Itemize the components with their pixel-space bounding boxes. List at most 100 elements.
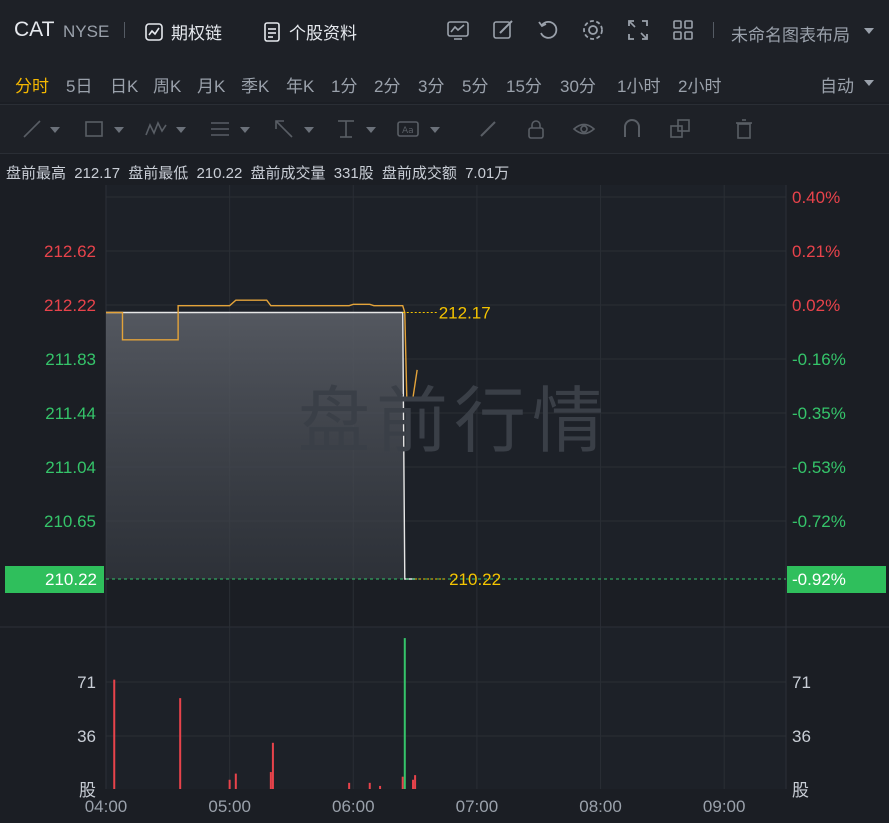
- text-icon[interactable]: Aa: [396, 117, 420, 141]
- chevron-down-icon[interactable]: [430, 127, 440, 133]
- chevron-down-icon[interactable]: [50, 127, 60, 133]
- percent-axis-label: 0.02%: [792, 296, 840, 315]
- volume-bar: [348, 782, 351, 789]
- time-axis-label: 05:00: [208, 797, 251, 816]
- options-chain-label: 期权链: [171, 24, 222, 43]
- chevron-down-icon[interactable]: [366, 127, 376, 133]
- premarket-watermark: 盘前行情: [298, 379, 611, 463]
- percent-axis-label: 0.21%: [792, 242, 840, 261]
- volume-bar: [179, 698, 182, 789]
- ticker-symbol[interactable]: CAT: [14, 18, 54, 42]
- volume-bar: [414, 775, 417, 789]
- period-tab[interactable]: 5日: [66, 72, 92, 97]
- period-tab[interactable]: 1分: [331, 72, 357, 97]
- time-axis-label: 04:00: [85, 797, 128, 816]
- volume-bar: [271, 742, 274, 789]
- period-tab[interactable]: 分时: [15, 72, 49, 97]
- chevron-down-icon[interactable]: [114, 127, 124, 133]
- volume-plot-area: [106, 627, 786, 789]
- divider: [124, 22, 125, 38]
- stock-info-button[interactable]: 个股资料: [261, 19, 357, 44]
- draw-icon[interactable]: [490, 17, 516, 43]
- period-tab[interactable]: 5分: [462, 72, 488, 97]
- volume-bar: [368, 782, 371, 789]
- period-tab[interactable]: 3分: [418, 72, 444, 97]
- premarket-low-label: 盘前最低: [128, 165, 189, 182]
- clone-icon[interactable]: [668, 117, 692, 141]
- layout-name-dropdown[interactable]: 未命名图表布局: [731, 21, 850, 46]
- price-axis-label: 210.65: [44, 512, 96, 531]
- chevron-down-icon[interactable]: [864, 28, 874, 34]
- trash-icon[interactable]: [732, 117, 756, 141]
- premarket-high-label: 盘前最高: [6, 165, 67, 182]
- volume-bar: [113, 679, 116, 789]
- rectangle-icon[interactable]: [82, 117, 106, 141]
- time-axis-label: 08:00: [579, 797, 622, 816]
- chevron-down-icon[interactable]: [240, 127, 250, 133]
- stock-info-label: 个股资料: [289, 24, 357, 43]
- options-chain-button[interactable]: 期权链: [143, 19, 222, 44]
- period-tab[interactable]: 2分: [374, 72, 400, 97]
- percent-axis-label: -0.16%: [792, 350, 846, 369]
- volume-bar: [234, 773, 237, 789]
- percent-axis-label: -0.35%: [792, 404, 846, 423]
- period-tab[interactable]: 15分: [506, 72, 542, 97]
- low-marker-label: 210.22: [449, 570, 501, 589]
- period-tab[interactable]: 30分: [560, 72, 596, 97]
- intraday-chart[interactable]: 212.17 210.22 212.62 212.22 211.83 211.44 211.…: [0, 185, 889, 823]
- volume-bar: [403, 638, 406, 789]
- premarket-low-value: 210.22: [196, 165, 243, 182]
- volume-axis-label-left: 71: [77, 673, 96, 692]
- period-selector: 分时 5日 日K 周K 月K 季K 年K 1分 2分 3分 5分 15分 30分…: [0, 62, 889, 102]
- fullscreen-icon[interactable]: [625, 17, 651, 43]
- price-axis-label: 212.22: [44, 296, 96, 315]
- exchange-label: NYSE: [63, 22, 110, 41]
- settings-icon[interactable]: [580, 17, 606, 43]
- price-axis-label: 211.83: [45, 350, 96, 369]
- volume-axis-label-right: 股: [792, 781, 809, 800]
- divider: [713, 22, 714, 38]
- period-tab[interactable]: 1小时: [617, 72, 660, 97]
- auto-scale-dropdown[interactable]: 自动: [820, 72, 854, 97]
- period-tab[interactable]: 日K: [110, 72, 138, 97]
- drawing-toolbar: Aa: [0, 104, 889, 154]
- percent-axis-label: 0.40%: [792, 188, 840, 207]
- chevron-down-icon[interactable]: [304, 127, 314, 133]
- svg-text:Aa: Aa: [402, 126, 414, 136]
- premarket-volume-label: 盘前成交量: [250, 165, 326, 182]
- period-tab[interactable]: 年K: [286, 72, 314, 97]
- time-axis-label: 07:00: [456, 797, 499, 816]
- chevron-down-icon[interactable]: [176, 127, 186, 133]
- percent-axis-label: -0.72%: [792, 512, 846, 531]
- price-axis-label: 211.44: [45, 404, 96, 423]
- volume-bar: [228, 779, 231, 789]
- reset-icon[interactable]: [535, 17, 561, 43]
- premarket-high-value: 212.17: [74, 165, 121, 182]
- top-toolbar: CAT NYSE 期权链 个股资料 未命名图表布局: [0, 0, 889, 63]
- arrow-icon[interactable]: [272, 117, 296, 141]
- current-price-value: 210.22: [45, 570, 97, 589]
- period-tab[interactable]: 周K: [153, 72, 181, 97]
- premarket-turnover-value: 7.01万: [465, 165, 510, 182]
- volume-axis-label-left: 36: [77, 727, 96, 746]
- period-tab[interactable]: 月K: [197, 72, 225, 97]
- indicator-icon[interactable]: [445, 17, 471, 43]
- chevron-down-icon[interactable]: [864, 80, 874, 86]
- pen-icon[interactable]: [476, 117, 500, 141]
- eye-icon[interactable]: [572, 117, 596, 141]
- time-axis-label: 09:00: [703, 797, 746, 816]
- price-range-icon[interactable]: [334, 117, 358, 141]
- trendline-icon[interactable]: [20, 117, 44, 141]
- period-tab[interactable]: 季K: [241, 72, 269, 97]
- magnet-icon[interactable]: [620, 117, 644, 141]
- period-tab[interactable]: 2小时: [678, 72, 721, 97]
- fibonacci-icon[interactable]: [208, 117, 232, 141]
- lock-icon[interactable]: [524, 117, 548, 141]
- volume-bar: [401, 776, 404, 789]
- pattern-icon[interactable]: [144, 117, 168, 141]
- document-icon: [264, 21, 280, 42]
- grid-layout-icon[interactable]: [670, 17, 696, 43]
- current-percent-value: -0.92%: [792, 570, 846, 589]
- premarket-volume-value: 331股: [333, 165, 374, 182]
- volume-axis-label-right: 71: [792, 673, 811, 692]
